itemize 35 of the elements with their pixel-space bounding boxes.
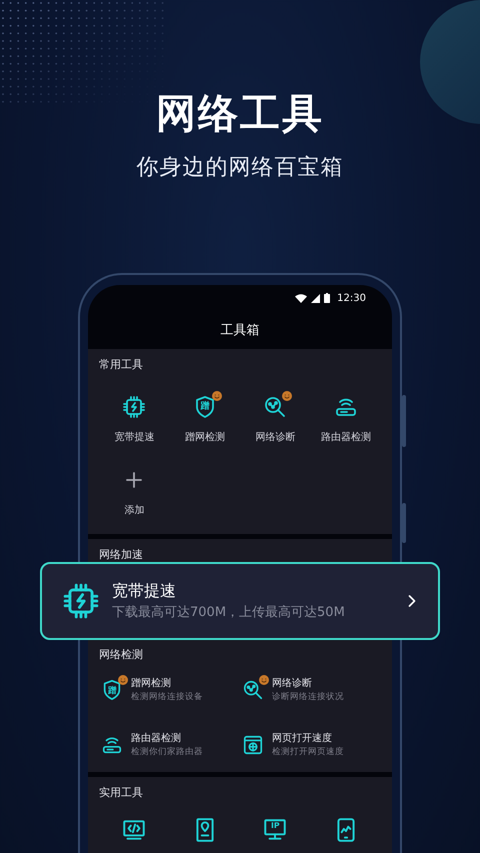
battery-icon [324,293,330,303]
icon-glyph: 蹭 [200,402,210,412]
tool-label[interactable]: 网络诊断 [255,431,296,445]
tool-label[interactable]: 宽带提速 [114,431,154,445]
magnifier-nodes-icon [263,395,288,419]
browser-globe-icon [242,734,264,756]
section-title: 网络加速 [99,547,144,563]
tool-description: 诊断网络连接状况 [272,692,344,703]
wifi-icon [295,294,308,302]
icon-glyph: 蹭 [108,686,116,694]
tool-title[interactable]: 网络诊断 [272,677,344,690]
tool-title[interactable]: 网页打开速度 [272,732,344,745]
tool-label[interactable]: 蹭网检测 [184,431,225,445]
card-description: 下载最高可达700M，上传最高可达50M [112,605,346,621]
card-title: 宽带提速 [112,581,177,601]
tool-description: 检测网络连接设备 [131,692,203,703]
signal-icon [311,294,320,302]
feature-card[interactable]: 宽带提速 下载最高可达700M，上传最高可达50M [40,562,440,640]
tool-description: 检测你们家路由器 [131,747,203,758]
tool-description: 检测打开网页速度 [272,747,344,758]
tool-title[interactable]: 蹭网检测 [131,677,203,690]
tool-label[interactable]: 路由器检测 [320,431,371,445]
section-title: 常用工具 [99,357,144,373]
tool-label[interactable]: 添加 [124,504,144,518]
hero-subtitle: 你身边的网络百宝箱 [136,154,344,182]
hero-title: 网络工具 [156,90,324,138]
shield-icon [101,679,123,701]
tool-title[interactable]: 路由器检测 [131,732,203,745]
chip-bolt-icon [122,395,146,419]
section-title: 实用工具 [99,785,144,801]
screen-title: 工具箱 [220,322,260,339]
status-time: 12:30 [337,292,366,304]
magnifier-nodes-icon [242,679,264,701]
chip-bolt-icon [62,582,100,620]
section-title: 网络检测 [99,647,144,663]
